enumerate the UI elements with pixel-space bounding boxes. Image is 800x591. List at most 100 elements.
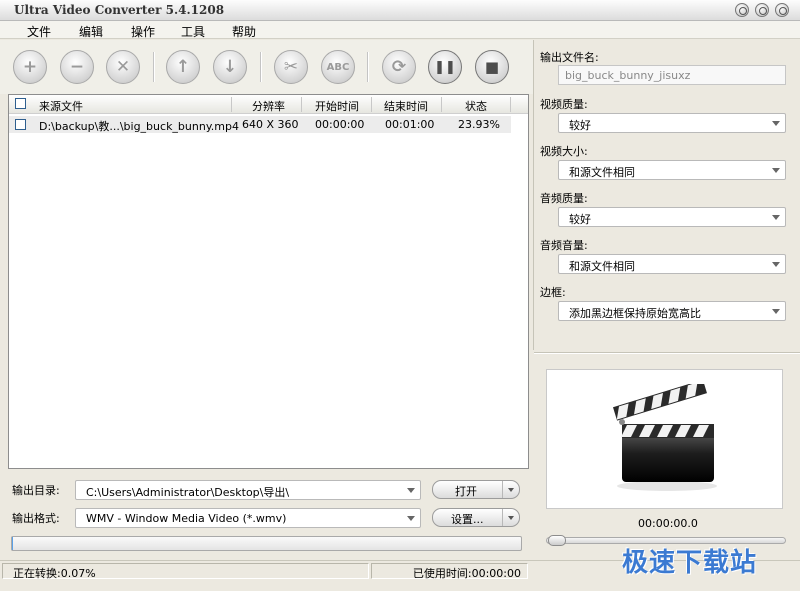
row-status: 23.93% (458, 118, 500, 131)
row-end-time: 00:01:00 (385, 118, 435, 131)
video-preview (546, 369, 783, 509)
video-size-label: 视频大小: (540, 145, 588, 158)
pause-button[interactable]: ❚❚ (428, 50, 462, 84)
menu-file[interactable]: 文件 (27, 23, 51, 40)
menu-tools[interactable]: 工具 (181, 23, 205, 40)
file-list[interactable]: 来源文件 分辨率 开始时间 结束时间 状态 D:\backup\教...\big… (8, 94, 529, 469)
status-panel-right: 已使用时间:00:00:00 (371, 563, 528, 580)
title-bar: Ultra Video Converter 5.4.1208 (0, 0, 800, 21)
rename-icon: ABC (326, 61, 350, 73)
row-checkbox[interactable] (15, 119, 26, 130)
status-panel-left: 正在转换:0.07% (2, 563, 369, 580)
output-format-label: 输出格式: (12, 512, 60, 525)
chevron-down-icon (407, 488, 415, 493)
row-resolution: 640 X 360 (242, 118, 299, 131)
toolbar-separator (153, 52, 155, 82)
header-divider (301, 97, 302, 112)
pause-icon: ❚❚ (434, 59, 456, 75)
chevron-down-icon[interactable] (502, 509, 519, 526)
settings-button[interactable]: 设置... (432, 508, 520, 527)
audio-volume-select[interactable]: 和源文件相同 (558, 254, 786, 274)
close-button[interactable] (775, 3, 789, 17)
clear-list-button[interactable]: ✕ (106, 50, 140, 84)
header-source[interactable]: 来源文件 (39, 98, 83, 114)
audio-quality-select[interactable]: 较好 (558, 207, 786, 227)
filename-label: 输出文件名: (540, 51, 599, 64)
move-down-button[interactable]: ↓ (213, 50, 247, 84)
header-start-time[interactable]: 开始时间 (315, 98, 359, 114)
status-progress-text: 正在转换:0.07% (13, 567, 96, 580)
open-button-label: 打开 (455, 485, 477, 498)
select-all-checkbox[interactable] (15, 98, 26, 109)
stop-button[interactable]: ■ (475, 50, 509, 84)
row-source: D:\backup\教...\big_buck_bunny.mp4 (39, 120, 239, 133)
clear-icon: ✕ (115, 57, 131, 77)
border-label: 边框: (540, 286, 566, 299)
menu-bar: 文件 编辑 操作 工具 帮助 (0, 21, 800, 39)
add-icon: + (22, 57, 38, 77)
conversion-progress-bar (11, 536, 522, 551)
stop-icon: ■ (484, 58, 500, 76)
move-up-button[interactable]: ↑ (166, 50, 200, 84)
header-end-time[interactable]: 结束时间 (384, 98, 428, 114)
audio-volume-value: 和源文件相同 (569, 260, 635, 273)
chevron-down-icon[interactable] (502, 481, 519, 498)
chevron-down-icon (772, 215, 780, 220)
status-elapsed-text: 已使用时间:00:00:00 (412, 567, 521, 580)
add-file-button[interactable]: + (13, 50, 47, 84)
audio-quality-value: 较好 (569, 213, 591, 226)
open-button[interactable]: 打开 (432, 480, 520, 499)
cut-icon: ✂ (283, 57, 299, 77)
toolbar-separator (260, 52, 262, 82)
chevron-down-icon (772, 168, 780, 173)
convert-button[interactable]: ⟳ (382, 50, 416, 84)
minimize-button[interactable] (735, 3, 749, 17)
header-divider (510, 97, 511, 112)
convert-icon: ⟳ (391, 57, 407, 77)
remove-file-button[interactable]: − (60, 50, 94, 84)
chevron-down-icon (772, 121, 780, 126)
output-filename-field[interactable]: big_buck_bunny_jisuxz (558, 65, 786, 85)
output-dir-value: C:\Users\Administrator\Desktop\导出\ (86, 486, 290, 499)
video-size-value: 和源文件相同 (569, 166, 635, 179)
border-value: 添加黑边框保持原始宽高比 (569, 307, 701, 320)
header-divider (371, 97, 372, 112)
seek-slider-handle[interactable] (548, 535, 566, 546)
output-dir-combo[interactable]: C:\Users\Administrator\Desktop\导出\ (75, 480, 421, 500)
video-size-select[interactable]: 和源文件相同 (558, 160, 786, 180)
settings-button-label: 设置... (451, 513, 484, 526)
output-format-value: WMV - Window Media Video (*.wmv) (86, 512, 287, 525)
menu-action[interactable]: 操作 (131, 23, 155, 40)
toolbar: + − ✕ ↑ ↓ ✂ ABC ⟳ ❚❚ ■ (0, 40, 533, 94)
down-icon: ↓ (222, 57, 238, 77)
video-quality-label: 视频质量: (540, 98, 588, 111)
table-row[interactable]: D:\backup\教...\big_buck_bunny.mp4 640 X … (9, 116, 511, 133)
chevron-down-icon (772, 262, 780, 267)
chevron-down-icon (407, 516, 415, 521)
row-start-time: 00:00:00 (315, 118, 365, 131)
header-resolution[interactable]: 分辨率 (252, 98, 285, 114)
panel-divider (534, 352, 800, 354)
progress-fill (12, 537, 13, 550)
remove-icon: − (69, 57, 85, 77)
output-dir-label: 输出目录: (12, 484, 60, 497)
preview-time: 00:00:00.0 (638, 517, 698, 530)
video-quality-select[interactable]: 较好 (558, 113, 786, 133)
menu-edit[interactable]: 编辑 (79, 23, 103, 40)
maximize-button[interactable] (755, 3, 769, 17)
header-divider (441, 97, 442, 112)
border-select[interactable]: 添加黑边框保持原始宽高比 (558, 301, 786, 321)
output-format-combo[interactable]: WMV - Window Media Video (*.wmv) (75, 508, 421, 528)
header-divider (231, 97, 232, 112)
toolbar-separator (367, 52, 369, 82)
rename-button[interactable]: ABC (321, 50, 355, 84)
header-status[interactable]: 状态 (465, 98, 487, 114)
watermark-text: 极速下载站 (622, 548, 758, 578)
audio-volume-label: 音频音量: (540, 239, 588, 252)
cut-button[interactable]: ✂ (274, 50, 308, 84)
window-title: Ultra Video Converter 5.4.1208 (14, 3, 225, 17)
audio-quality-label: 音频质量: (540, 192, 588, 205)
up-icon: ↑ (175, 57, 191, 77)
menu-help[interactable]: 帮助 (232, 23, 256, 40)
clapperboard-icon (612, 384, 717, 491)
